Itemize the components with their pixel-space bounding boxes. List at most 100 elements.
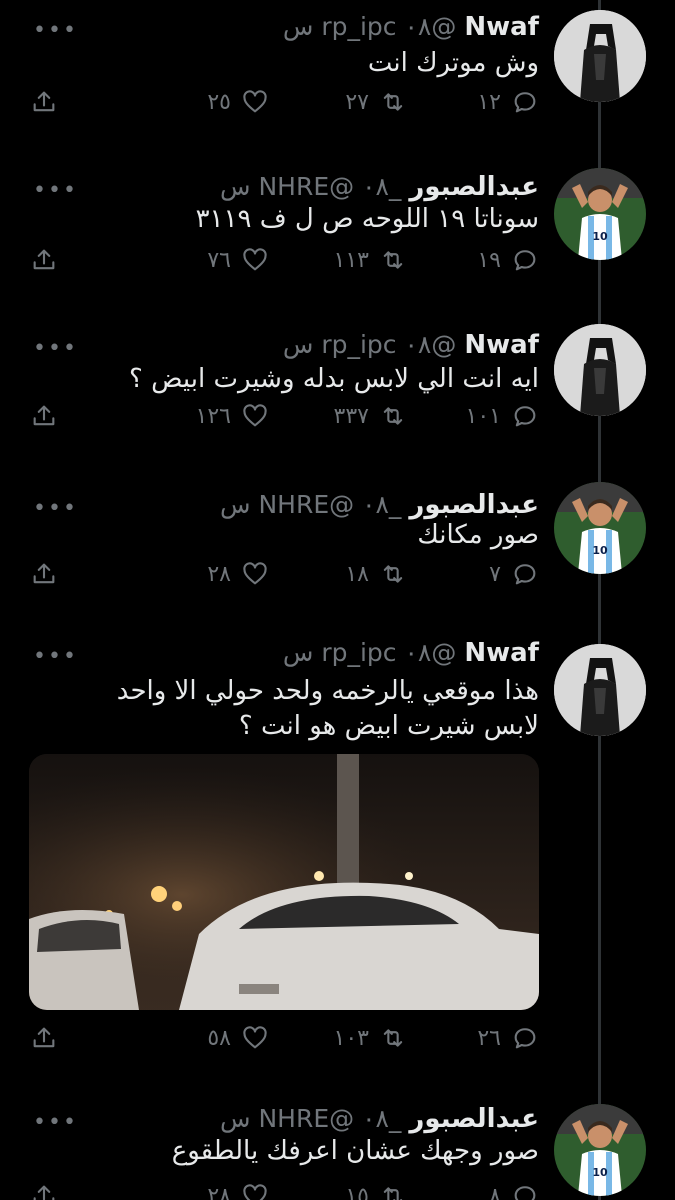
like-button[interactable]: ٢٨ — [207, 1182, 269, 1200]
author-handle-time[interactable]: @rp_ipc ۰٨ س — [283, 638, 456, 667]
author-name[interactable]: عبدالصبور — [409, 172, 539, 202]
tweet[interactable]: Nwaf @rp_ipc ۰٨ س ••• ايه انت الي لابس ب… — [0, 318, 675, 478]
retweet-icon — [379, 402, 407, 430]
retweet-button[interactable]: ١١٣ — [334, 246, 407, 274]
author-name[interactable]: عبدالصبور — [409, 490, 539, 520]
retweet-icon — [379, 88, 407, 116]
retweet-icon — [379, 1182, 407, 1200]
tweet[interactable]: Nwaf @rp_ipc ۰٨ س ••• هذا موقعي يالرخمه … — [0, 626, 675, 1092]
retweet-button[interactable]: ١٠٣ — [334, 1024, 407, 1052]
more-icon[interactable]: ••• — [33, 644, 78, 669]
tweet-text: صور مكانك — [417, 520, 539, 550]
tweet-actions: ٨ ١٥ ٢٨ — [30, 1182, 539, 1200]
retweet-button[interactable]: ٣٣٧ — [334, 402, 407, 430]
tweet-actions: ١٢ ٢٧ ٢٥ — [30, 88, 539, 128]
avatar[interactable] — [554, 644, 646, 736]
avatar[interactable] — [554, 10, 646, 102]
retweet-icon — [379, 1024, 407, 1052]
tweet-header: Nwaf @rp_ipc ۰٨ س — [283, 330, 539, 360]
share-icon — [30, 402, 58, 430]
reply-icon — [511, 1024, 539, 1052]
tweet-text: هذا موقعي يالرخمه ولحد حولي الا واحد لاب… — [116, 676, 539, 741]
reply-count: ١٢ — [477, 89, 501, 115]
like-count: ٢٥ — [207, 89, 231, 115]
svg-text:10: 10 — [592, 1166, 608, 1179]
tweet[interactable]: 10 عبدالصبور _NHRE@ ۰٨ س ••• صور وجهك عش… — [0, 1092, 675, 1200]
svg-text:10: 10 — [592, 230, 608, 243]
reply-button[interactable]: ١٩ — [477, 246, 539, 274]
reply-count: ٨ — [489, 1183, 501, 1200]
reply-icon — [511, 560, 539, 588]
author-handle-time[interactable]: _NHRE@ ۰٨ س — [220, 172, 401, 201]
retweet-count: ٢٧ — [345, 89, 369, 115]
share-icon — [30, 1024, 58, 1052]
tweet-text: وش موترك انت — [367, 48, 539, 78]
share-button[interactable] — [30, 560, 58, 588]
tweet-text: ايه انت الي لابس بدله وشيرت ابيض ؟ — [129, 364, 539, 394]
svg-text:10: 10 — [592, 544, 608, 557]
author-handle-time[interactable]: @rp_ipc ۰٨ س — [283, 12, 456, 41]
avatar[interactable]: 10 — [554, 482, 646, 574]
like-button[interactable]: ١٢٦ — [196, 402, 269, 430]
author-handle-time[interactable]: @rp_ipc ۰٨ س — [283, 330, 456, 359]
tweet[interactable]: 10 عبدالصبور _NHRE@ ۰٨ س ••• سوناتا ١٩ ا… — [0, 160, 675, 318]
reply-count: ٧ — [489, 561, 501, 587]
heart-icon — [241, 246, 269, 274]
avatar[interactable] — [554, 324, 646, 416]
like-count: ٥٨ — [207, 1025, 231, 1051]
night-street-photo — [29, 754, 539, 1010]
more-icon[interactable]: ••• — [33, 336, 78, 361]
avatar[interactable]: 10 — [554, 1104, 646, 1196]
heart-icon — [241, 1024, 269, 1052]
more-icon[interactable]: ••• — [33, 1110, 78, 1135]
tweet[interactable]: Nwaf @rp_ipc ۰٨ س ••• وش موترك انت ١٢ ٢٧… — [0, 0, 675, 160]
player-avatar-image: 10 — [554, 482, 646, 574]
tweet-header: Nwaf @rp_ipc ۰٨ س — [283, 638, 539, 668]
author-handle-time[interactable]: _NHRE@ ۰٨ س — [220, 490, 401, 519]
author-handle-time[interactable]: _NHRE@ ۰٨ س — [220, 1104, 401, 1133]
share-button[interactable] — [30, 1024, 58, 1052]
tweet-actions: ١٩ ١١٣ ٧٦ — [30, 246, 539, 286]
more-icon[interactable]: ••• — [33, 178, 78, 203]
player-avatar-image: 10 — [554, 168, 646, 260]
avatar[interactable]: 10 — [554, 168, 646, 260]
reply-button[interactable]: ١٢ — [477, 88, 539, 116]
reply-count: ١٠١ — [465, 403, 501, 429]
author-name[interactable]: Nwaf — [464, 638, 539, 668]
like-count: ١٢٦ — [195, 403, 231, 429]
reply-icon — [511, 1182, 539, 1200]
tweet-header: Nwaf @rp_ipc ۰٨ س — [283, 12, 539, 42]
like-button[interactable]: ٢٨ — [207, 560, 269, 588]
share-button[interactable] — [30, 1182, 58, 1200]
share-button[interactable] — [30, 246, 58, 274]
retweet-button[interactable]: ٢٧ — [345, 88, 407, 116]
reply-count: ١٩ — [477, 247, 501, 273]
author-name[interactable]: Nwaf — [464, 330, 539, 360]
dark-figure-avatar-image — [554, 644, 646, 736]
reply-button[interactable]: ٧ — [489, 560, 539, 588]
reply-button[interactable]: ١٠١ — [466, 402, 539, 430]
author-name[interactable]: عبدالصبور — [409, 1104, 539, 1134]
heart-icon — [241, 88, 269, 116]
share-button[interactable] — [30, 88, 58, 116]
share-button[interactable] — [30, 402, 58, 430]
retweet-button[interactable]: ١٨ — [345, 560, 407, 588]
like-button[interactable]: ٢٥ — [207, 88, 269, 116]
retweet-count: ١٨ — [345, 561, 369, 587]
share-icon — [30, 1182, 58, 1200]
reply-count: ٢٦ — [477, 1025, 501, 1051]
dark-figure-avatar-image — [554, 324, 646, 416]
like-button[interactable]: ٥٨ — [207, 1024, 269, 1052]
reply-button[interactable]: ٨ — [489, 1182, 539, 1200]
like-button[interactable]: ٧٦ — [207, 246, 269, 274]
dark-figure-avatar-image — [554, 10, 646, 102]
author-name[interactable]: Nwaf — [464, 12, 539, 42]
tweet-text: صور وجهك عشان اعرفك يالطقوع — [171, 1136, 539, 1166]
tweet-media-photo[interactable] — [29, 754, 539, 1010]
player-avatar-image: 10 — [554, 1104, 646, 1196]
retweet-count: ١١٣ — [333, 247, 369, 273]
tweet[interactable]: 10 عبدالصبور _NHRE@ ۰٨ س ••• صور مكانك ٧… — [0, 478, 675, 626]
more-icon[interactable]: ••• — [33, 18, 78, 43]
retweet-button[interactable]: ١٥ — [345, 1182, 407, 1200]
reply-button[interactable]: ٢٦ — [477, 1024, 539, 1052]
